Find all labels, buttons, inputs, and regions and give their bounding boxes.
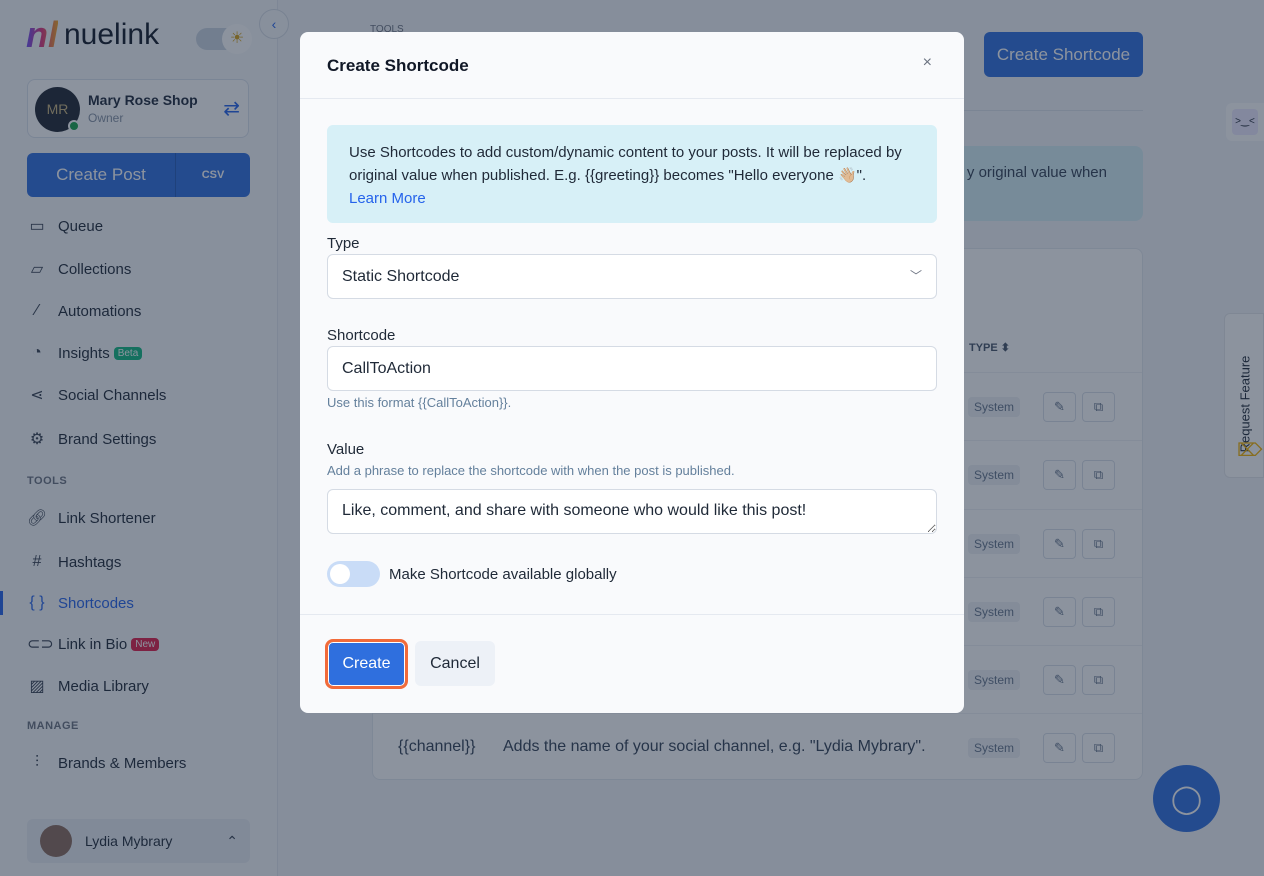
shortcode-label: Shortcode <box>327 327 396 344</box>
create-button[interactable]: Create <box>325 639 408 689</box>
create-shortcode-dialog: Create Shortcode × Use Shortcodes to add… <box>300 32 964 713</box>
value-label: Value <box>327 441 365 458</box>
info-box: Use Shortcodes to add custom/dynamic con… <box>327 125 937 223</box>
chevron-down-icon: ﹀ <box>909 269 922 283</box>
type-select[interactable]: Static Shortcode ﹀ <box>327 254 937 299</box>
dialog-title: Create Shortcode <box>327 56 469 75</box>
value-textarea[interactable]: Like, comment, and share with someone wh… <box>327 489 937 534</box>
toggle-knob <box>330 564 350 584</box>
dialog-header: Create Shortcode × <box>300 32 964 99</box>
global-toggle-label: Make Shortcode available globally <box>389 566 617 583</box>
shortcode-input[interactable] <box>327 346 937 391</box>
shortcode-hint: Use this format {{CallToAction}}. <box>327 395 512 410</box>
global-toggle[interactable] <box>327 561 380 587</box>
footer-divider <box>300 614 964 615</box>
close-icon[interactable]: × <box>923 54 932 72</box>
type-label: Type <box>327 235 360 252</box>
cancel-button[interactable]: Cancel <box>415 641 495 686</box>
learn-more-link[interactable]: Learn More <box>349 190 426 207</box>
value-hint: Add a phrase to replace the shortcode wi… <box>327 463 735 478</box>
